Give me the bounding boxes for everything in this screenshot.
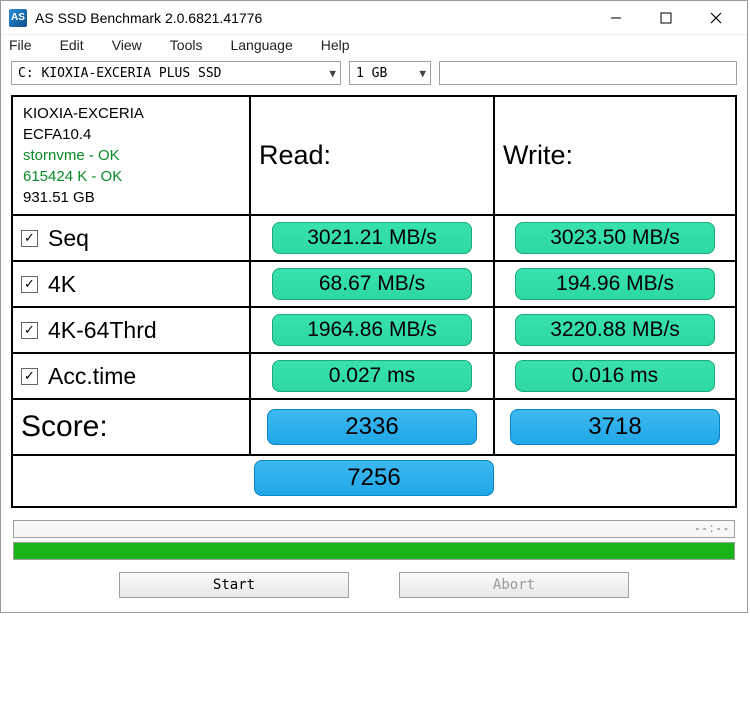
drive-info: KIOXIA-EXCERIA ECFA10.4 stornvme - OK 61… [11,95,249,214]
label-4k: ✓ 4K [11,262,249,306]
abort-button: Abort [399,572,629,598]
minimize-button[interactable] [591,4,641,32]
label-score: Score: [11,400,249,454]
menu-help[interactable]: Help [321,37,350,53]
4k-write: 194.96 MB/s [515,268,715,300]
progress-time: - - : - - [695,521,728,535]
4k64-read: 1964.86 MB/s [272,314,472,346]
acc-read: 0.027 ms [272,360,472,392]
menu-file[interactable]: File [9,37,32,53]
progress-area: - - : - - [1,514,747,562]
chevron-down-icon: ▼ [329,67,336,80]
label-4k64-text: 4K-64Thrd [48,317,157,344]
menubar: File Edit View Tools Language Help [1,35,747,59]
row-4k: ✓ 4K 68.67 MB/s 194.96 MB/s [11,262,737,308]
score-write: 3718 [510,409,720,445]
label-seq: ✓ Seq [11,216,249,260]
minimize-icon [610,12,622,24]
checkbox-acc[interactable]: ✓ [21,368,38,385]
filter-input[interactable] [439,61,737,85]
drive-firmware: ECFA10.4 [23,124,91,145]
seq-read: 3021.21 MB/s [272,222,472,254]
label-4k64: ✓ 4K-64Thrd [11,308,249,352]
menu-language[interactable]: Language [230,37,292,53]
header-row: KIOXIA-EXCERIA ECFA10.4 stornvme - OK 61… [11,95,737,216]
header-write: Write: [493,95,737,214]
drive-driver: stornvme - OK [23,145,120,166]
row-score: Score: 2336 3718 [11,400,737,456]
menu-view[interactable]: View [112,37,142,53]
drive-select[interactable]: C: KIOXIA-EXCERIA PLUS SSD ▼ [11,61,341,85]
checkbox-4k[interactable]: ✓ [21,276,38,293]
drive-capacity: 931.51 GB [23,187,95,208]
checkbox-seq[interactable]: ✓ [21,230,38,247]
button-row: Start Abort [1,562,747,612]
label-seq-text: Seq [48,225,89,252]
maximize-icon [660,12,672,24]
row-seq: ✓ Seq 3021.21 MB/s 3023.50 MB/s [11,216,737,262]
4k64-write: 3220.88 MB/s [515,314,715,346]
4k-read: 68.67 MB/s [272,268,472,300]
close-icon [710,12,722,24]
app-window: AS AS SSD Benchmark 2.0.6821.41776 File … [0,0,748,613]
seq-write: 3023.50 MB/s [515,222,715,254]
window-title: AS SSD Benchmark 2.0.6821.41776 [35,10,591,26]
drive-select-value: C: KIOXIA-EXCERIA PLUS SSD [18,66,222,81]
chevron-down-icon: ▼ [419,67,426,80]
drive-alignment: 615424 K - OK [23,166,122,187]
score-read: 2336 [267,409,477,445]
label-acc: ✓ Acc.time [11,354,249,398]
menu-tools[interactable]: Tools [170,37,203,53]
acc-write: 0.016 ms [515,360,715,392]
window-controls [591,4,741,32]
progress-bar-2 [13,542,735,560]
size-select-value: 1 GB [356,66,387,81]
toolbar: C: KIOXIA-EXCERIA PLUS SSD ▼ 1 GB ▼ [1,59,747,91]
start-button[interactable]: Start [119,572,349,598]
size-select[interactable]: 1 GB ▼ [349,61,431,85]
checkbox-4k64[interactable]: ✓ [21,322,38,339]
maximize-button[interactable] [641,4,691,32]
row-4k64: ✓ 4K-64Thrd 1964.86 MB/s 3220.88 MB/s [11,308,737,354]
menu-edit[interactable]: Edit [60,37,84,53]
results-grid: KIOXIA-EXCERIA ECFA10.4 stornvme - OK 61… [11,95,737,508]
progress-bar-1: - - : - - [13,520,735,538]
row-total: 7256 [11,456,737,508]
titlebar: AS AS SSD Benchmark 2.0.6821.41776 [1,1,747,35]
header-read: Read: [249,95,493,214]
score-total: 7256 [254,460,494,496]
app-icon: AS [9,9,27,27]
close-button[interactable] [691,4,741,32]
row-acc: ✓ Acc.time 0.027 ms 0.016 ms [11,354,737,400]
label-acc-text: Acc.time [48,363,136,390]
drive-model: KIOXIA-EXCERIA [23,103,144,124]
label-4k-text: 4K [48,271,76,298]
